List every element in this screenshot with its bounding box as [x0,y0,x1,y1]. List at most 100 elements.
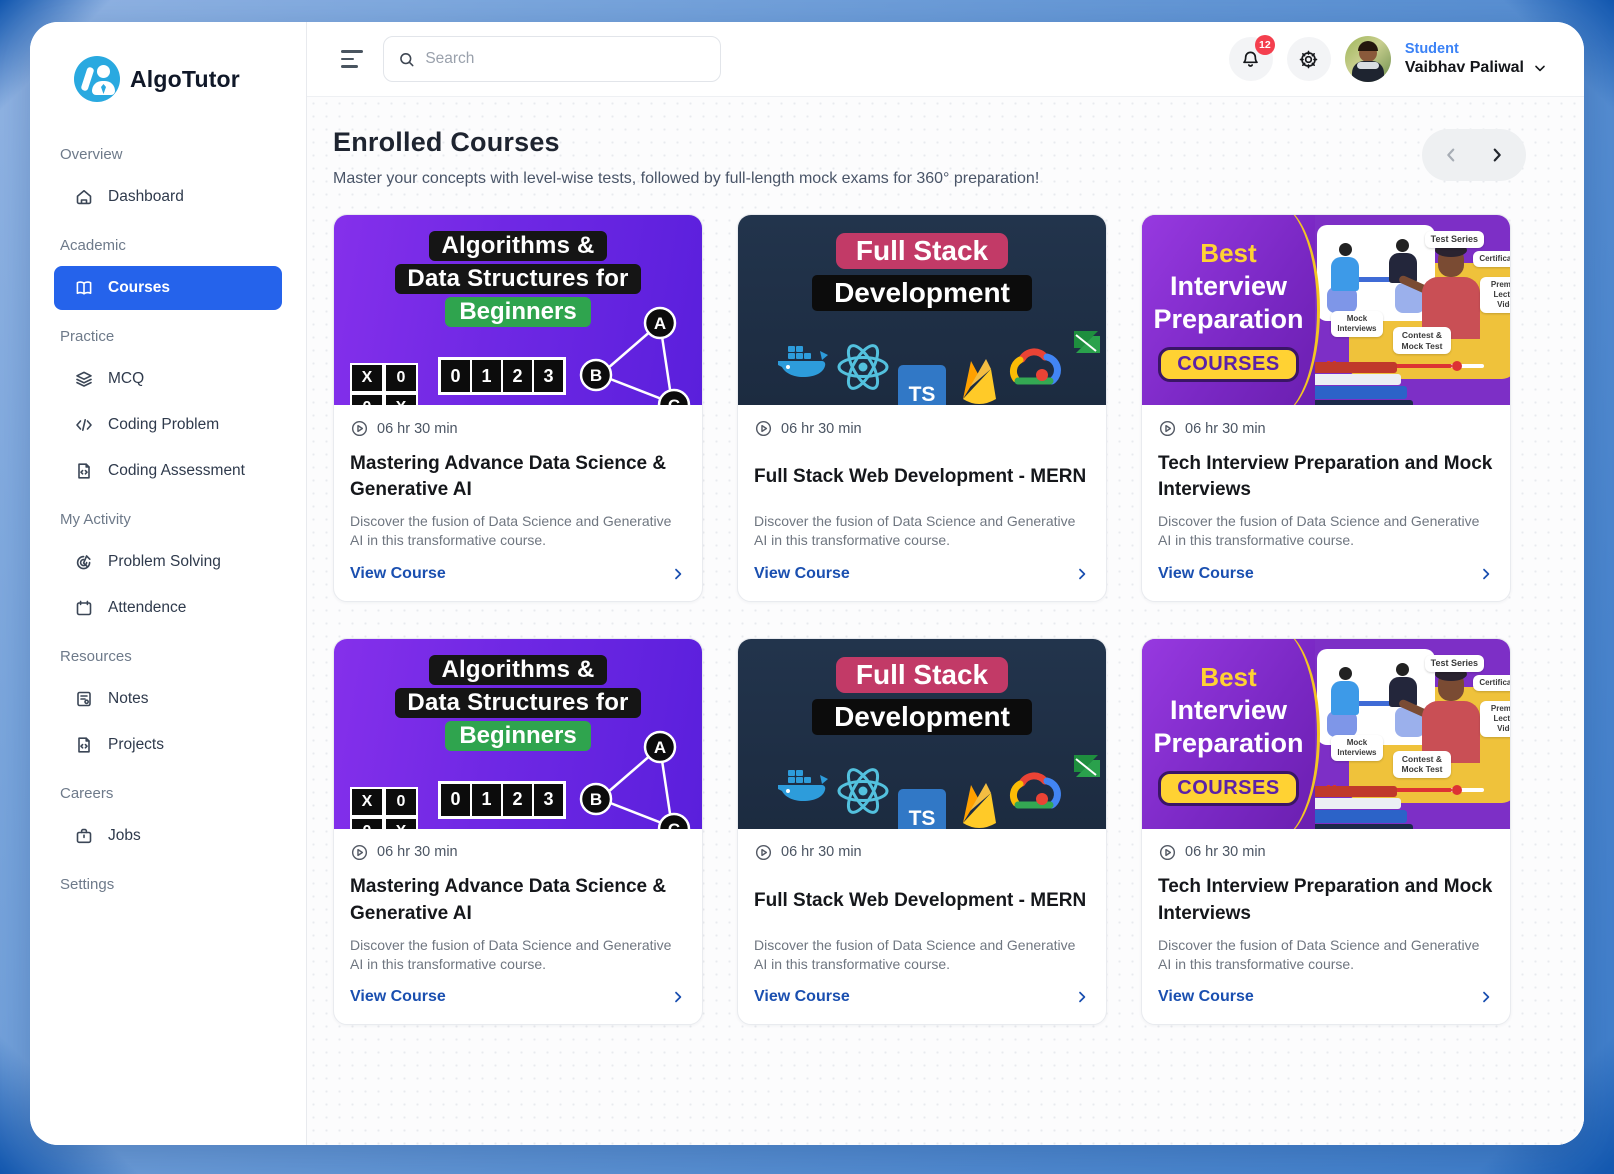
sidebar-item-label: Attendence [108,599,186,617]
settings-button[interactable] [1287,37,1331,81]
grid-cell: 0 [384,787,418,817]
array-cell: 3 [533,783,564,817]
course-card-body: 06 hr 30 min Full Stack Web Development … [738,829,1106,1025]
view-course-link[interactable]: View Course [754,988,1090,1006]
avatar-hair [1358,41,1378,51]
sidebar-item-notes[interactable]: Notes [54,677,282,721]
course-thumbnail[interactable]: Full Stack Development TS [738,639,1106,829]
section-settings[interactable]: Settings [54,860,282,903]
array-cell: 0 [440,783,471,817]
firebase-icon [958,357,1000,405]
sidebar-item-label: Coding Assessment [108,462,245,480]
tictactoe-grid: X 0 0 X [350,363,418,405]
notification-badge: 12 [1255,35,1275,55]
chevron-right-icon [1478,989,1494,1005]
course-thumbnail[interactable]: Algorithms & Data Structures for Beginne… [334,639,702,829]
course-card: Algorithms & Data Structures for Beginne… [333,638,703,1026]
course-thumbnail[interactable]: Full Stack Development TS [738,215,1106,405]
sidebar-item-coding-assessment[interactable]: Coding Assessment [54,449,282,493]
prev-button[interactable] [1433,137,1469,173]
sidebar-item-dashboard[interactable]: Dashboard [54,175,282,219]
sidebar-item-problem-solving[interactable]: Problem Solving [54,540,282,584]
view-course-link[interactable]: View Course [350,988,686,1006]
chevron-right-icon [1074,566,1090,582]
book [1301,386,1407,399]
progress-handle [1452,361,1462,371]
typescript-icon: TS [898,789,946,829]
course-thumbnail[interactable]: Algorithms & Data Structures for Beginne… [334,215,702,405]
sidebar-item-jobs[interactable]: Jobs [54,814,282,858]
sidebar-item-label: Projects [108,736,164,754]
course-duration: 06 hr 30 min [1185,421,1266,437]
course-meta: 06 hr 30 min [754,419,1090,438]
course-thumbnail[interactable]: Test Series Certification Premium Lectur… [1142,215,1510,405]
section-academic: Academic [54,221,282,264]
array-cells: 0 1 2 3 [438,781,566,819]
course-duration: 06 hr 30 min [781,421,862,437]
view-course-link[interactable]: View Course [1158,988,1494,1006]
avatar[interactable] [1345,36,1391,82]
search-box [383,36,721,82]
sidebar-item-courses[interactable]: Courses [54,266,282,310]
sidebar-item-coding-problem[interactable]: Coding Problem [54,403,282,447]
section-careers: Careers [54,769,282,812]
sidebar-item-projects[interactable]: Projects [54,723,282,767]
user-meta: Student Vaibhav Paliwal [1405,41,1548,77]
search-input[interactable] [425,50,706,68]
app-window: AlgoTutor Overview Dashboard Academic Co… [30,22,1584,1145]
course-thumbnail[interactable]: Test Series Certification Premium Lectur… [1142,639,1510,829]
book-icon [74,278,94,298]
interview-illustration: Test Series Certification Premium Lectur… [1315,215,1510,405]
view-course-link[interactable]: View Course [350,565,686,583]
home-icon [74,187,94,207]
calendar-icon [74,598,94,618]
course-description: Discover the fusion of Data Science and … [1158,936,1494,975]
google-cloud-icon [1002,345,1066,389]
next-button[interactable] [1479,137,1515,173]
google-cloud-icon [1002,769,1066,813]
page-title: Enrolled Courses [333,127,1554,158]
thumb-text: Development [812,275,1032,311]
course-description: Discover the fusion of Data Science and … [754,512,1090,551]
book [1301,400,1413,405]
section-resources: Resources [54,632,282,675]
sidebar-item-label: MCQ [108,370,144,388]
topbar-actions: 12 Student Vaibhav Paliwal [1229,36,1548,82]
section-practice: Practice [54,312,282,355]
sidebar-item-attendence[interactable]: Attendence [54,586,282,630]
sidebar: AlgoTutor Overview Dashboard Academic Co… [30,22,307,1145]
graph-node-label: A [654,314,666,333]
brand-logo[interactable]: AlgoTutor [30,42,306,102]
course-card-body: 06 hr 30 min Full Stack Web Development … [738,405,1106,601]
feature-chip: Certification [1473,675,1510,691]
sidebar-item-mcq[interactable]: MCQ [54,357,282,401]
algotutor-logo-icon [74,56,120,102]
tictactoe-grid: X 0 0 X [350,787,418,829]
thumb-text: Best [1200,238,1256,269]
sidebar-nav: Overview Dashboard Academic Courses Prac… [30,102,306,903]
course-meta: 06 hr 30 min [1158,419,1494,438]
course-card: Full Stack Development TS 06 hr 30 min [737,638,1107,1026]
user-menu[interactable]: Vaibhav Paliwal [1405,59,1548,77]
person-body [1331,257,1359,291]
sidebar-item-label: Dashboard [108,188,184,206]
user-role: Student [1405,41,1548,57]
note-icon [74,689,94,709]
view-course-link[interactable]: View Course [754,565,1090,583]
grid-cell: 0 [350,817,384,829]
course-duration: 06 hr 30 min [781,844,862,860]
chevron-right-icon [1478,566,1494,582]
carousel-pager [1422,129,1526,181]
feature-chip: Certification [1473,251,1510,267]
notifications-button[interactable]: 12 [1229,37,1273,81]
grid-cell: X [384,393,418,405]
menu-icon[interactable] [341,50,365,68]
books-stack [1301,362,1421,405]
search-icon [398,50,415,69]
course-grid: Algorithms & Data Structures for Beginne… [333,214,1554,1025]
array-cell: 3 [533,359,564,393]
view-course-link[interactable]: View Course [1158,565,1494,583]
course-title: Tech Interview Preparation and Mock Inte… [1158,448,1494,506]
course-description: Discover the fusion of Data Science and … [1158,512,1494,551]
course-title: Mastering Advance Data Science & Generat… [350,872,686,930]
